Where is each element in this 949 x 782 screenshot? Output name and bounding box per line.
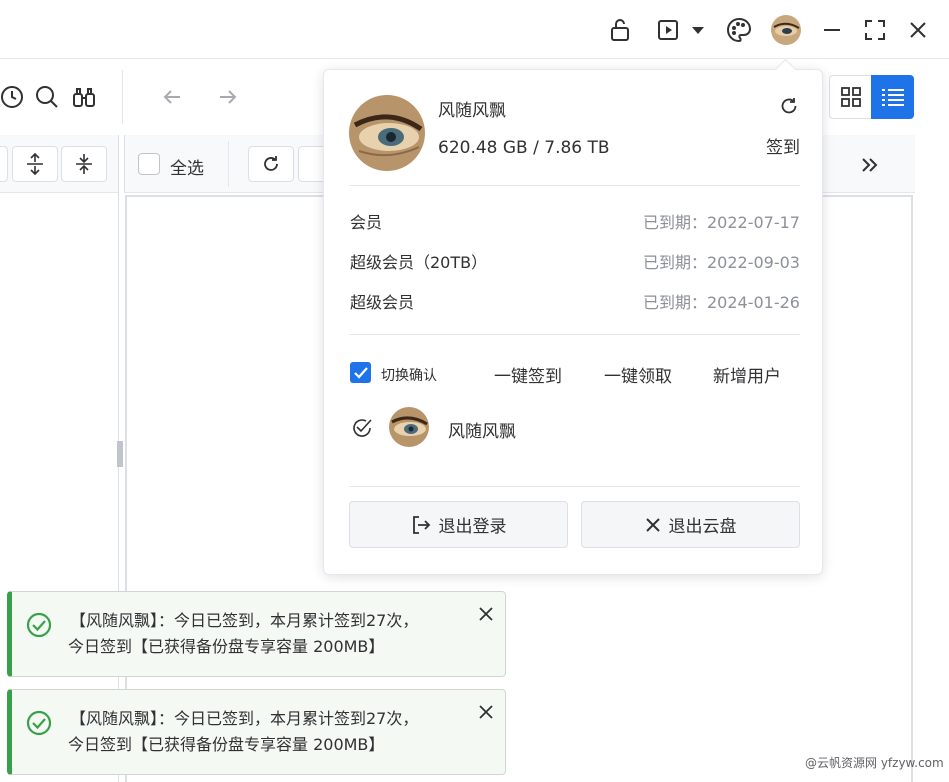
membership-label: 会员 <box>350 213 383 232</box>
logout-icon <box>411 515 431 535</box>
switch-confirm-checkbox[interactable] <box>350 362 371 383</box>
close-icon[interactable] <box>905 17 931 43</box>
grid-view-icon <box>840 87 861 107</box>
left-panel <box>0 135 119 782</box>
splitter-handle[interactable] <box>117 441 123 467</box>
lock-icon[interactable] <box>607 17 633 43</box>
back-arrow-icon[interactable] <box>160 85 184 109</box>
watermark: @云帆资源网 yfzyw.com <box>805 756 944 770</box>
membership-label: 超级会员 <box>350 293 415 312</box>
toast-line: 今日签到【已获得备份盘专享容量 200MB】 <box>68 735 385 754</box>
divider <box>349 185 800 186</box>
membership-status: 已到期：2022-09-03 <box>643 253 800 272</box>
sign-all-button[interactable]: 一键签到 <box>494 362 562 387</box>
palette-icon[interactable] <box>725 16 753 44</box>
expand-all-button[interactable] <box>12 146 58 182</box>
header-divider <box>228 141 229 187</box>
minimize-icon[interactable] <box>820 17 844 43</box>
exit-drive-button[interactable]: 退出云盘 <box>581 501 800 548</box>
membership-status: 已到期：2024-01-26 <box>643 293 800 312</box>
divider <box>349 486 800 487</box>
refresh-button[interactable] <box>248 146 294 182</box>
maximize-icon[interactable] <box>862 17 888 43</box>
clock-icon[interactable] <box>0 84 24 110</box>
binoculars-icon[interactable] <box>71 84 97 110</box>
toast-close-icon[interactable] <box>476 702 496 722</box>
toast-line: 今日签到【已获得备份盘专享容量 200MB】 <box>68 637 385 656</box>
claim-all-button[interactable]: 一键领取 <box>604 362 672 387</box>
signin-button[interactable]: 签到 <box>766 133 800 158</box>
toolbar-divider <box>122 70 123 124</box>
account-username: 风随风飘 <box>438 101 506 121</box>
toast-close-icon[interactable] <box>476 604 496 624</box>
toast-line: 【风随风飘】：今日已签到，本月累计签到27次， <box>70 611 419 630</box>
select-all-checkbox[interactable] <box>138 153 160 175</box>
collapse-icon <box>75 153 93 175</box>
title-bar <box>0 0 949 59</box>
collapse-all-button[interactable] <box>61 146 107 182</box>
select-all-label: 全选 <box>170 159 204 179</box>
account-avatar <box>349 95 425 171</box>
add-user-button[interactable]: 新增用户 <box>713 362 781 387</box>
play-icon[interactable] <box>655 17 681 43</box>
success-icon <box>26 612 52 638</box>
caret-down-icon[interactable] <box>688 20 708 40</box>
list-view-button[interactable] <box>871 75 914 119</box>
more-icon[interactable] <box>858 153 882 177</box>
toast-line: 【风随风飘】：今日已签到，本月累计签到27次， <box>70 709 419 728</box>
selected-account-icon <box>351 417 373 439</box>
search-icon[interactable] <box>34 84 60 110</box>
refresh-icon[interactable] <box>778 95 800 117</box>
expand-icon <box>26 153 44 175</box>
grid-view-button[interactable] <box>829 75 871 119</box>
list-view-icon <box>881 88 904 106</box>
membership-label: 超级会员（20TB） <box>350 253 488 272</box>
account-list-avatar[interactable] <box>389 407 429 447</box>
avatar[interactable] <box>771 15 801 45</box>
divider <box>349 334 800 335</box>
check-icon <box>353 366 368 379</box>
exit-drive-label: 退出云盘 <box>668 517 737 537</box>
panel-button[interactable] <box>0 146 8 182</box>
forward-arrow-icon[interactable] <box>216 85 240 109</box>
close-icon <box>645 517 661 533</box>
refresh-icon <box>261 154 281 174</box>
success-icon <box>26 710 52 736</box>
logout-button[interactable]: 退出登录 <box>349 501 568 548</box>
logout-label: 退出登录 <box>438 517 507 537</box>
switch-confirm-label: 切换确认 <box>381 368 437 384</box>
account-storage: 620.48 GB / 7.86 TB <box>438 138 610 158</box>
account-list-name[interactable]: 风随风飘 <box>448 417 516 442</box>
membership-status: 已到期：2022-07-17 <box>643 213 800 232</box>
